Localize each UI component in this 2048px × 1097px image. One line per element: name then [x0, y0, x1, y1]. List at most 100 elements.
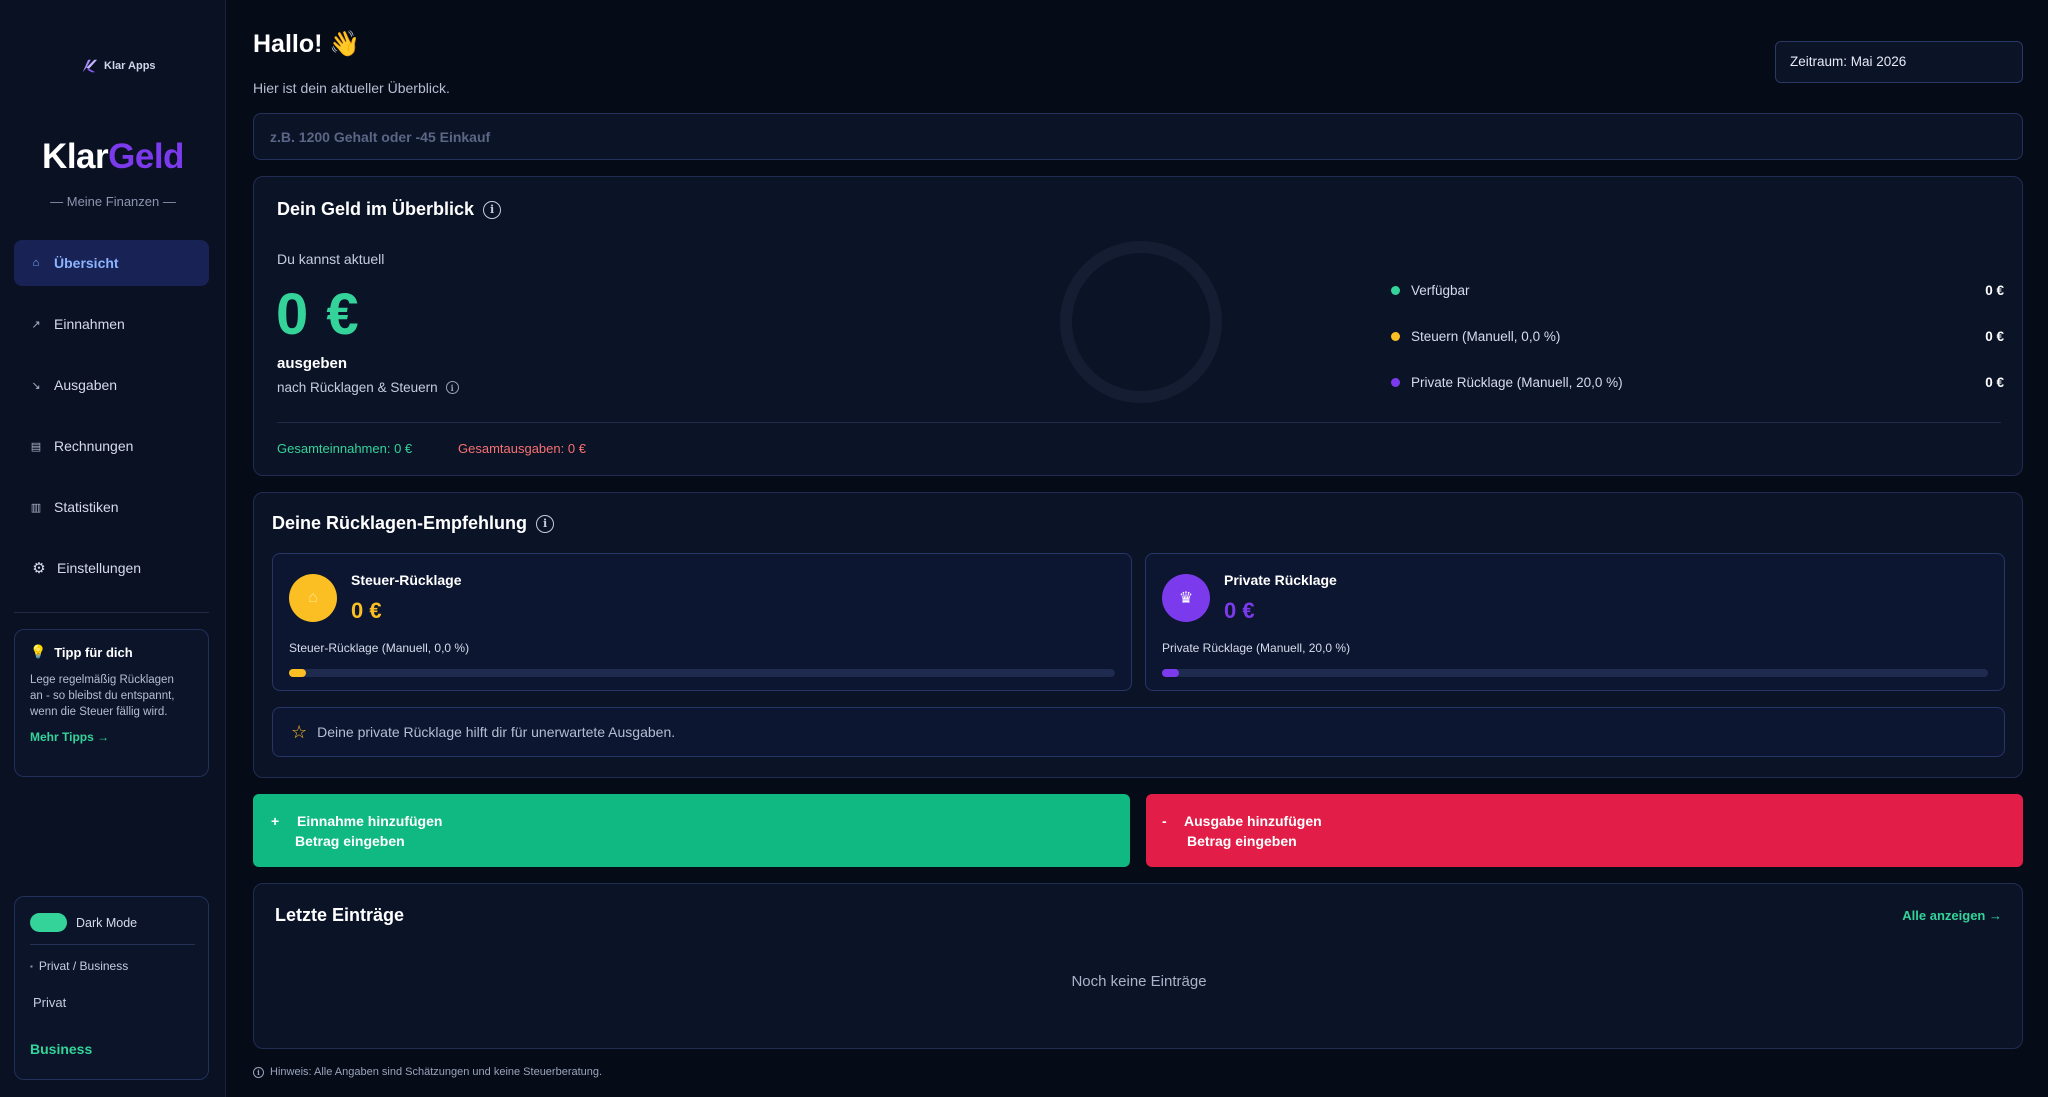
legend-value: 0 € [1985, 328, 2004, 344]
tax-reserve-name: Steuer-Rücklage [351, 572, 462, 588]
legend-value: 0 € [1985, 282, 2004, 298]
invoice-icon: ▤ [30, 440, 42, 453]
piggy-bank-icon: ♛ [1162, 574, 1210, 622]
lightbulb-icon: 💡 [30, 644, 47, 659]
sidebar-item-label: Statistiken [54, 499, 119, 515]
show-all-link[interactable]: Alle anzeigen → [1902, 908, 2002, 923]
brand-small-text: Klar Apps [104, 60, 156, 72]
tax-reserve-progress [289, 669, 1115, 677]
add-income-button[interactable]: + Einnahme hinzufügen Betrag eingeben [253, 794, 1130, 867]
chart-icon: ▥ [30, 501, 42, 514]
more-tips-link[interactable]: Mehr Tipps → [30, 730, 193, 744]
sidebar-item-einstellungen[interactable]: ⚙ Einstellungen [14, 545, 209, 591]
info-icon[interactable]: i [483, 200, 502, 219]
reserve-recommendation-card: Deine Rücklagen-Empfehlung i ⌂ Steuer-Rü… [253, 492, 2023, 778]
home-icon: ⌂ [32, 257, 40, 269]
add-expense-button[interactable]: - Ausgabe hinzufügen Betrag eingeben [1146, 794, 2023, 867]
available-amount: 0 € [276, 282, 360, 347]
app-subtitle: — Meine Finanzen — [50, 194, 176, 209]
legend-label: Private Rücklage (Manuell, 20,0 %) [1411, 374, 1623, 390]
info-icon: i [253, 1066, 264, 1078]
dark-mode-toggle[interactable] [30, 913, 67, 932]
empty-state: Noch keine Einträge [1071, 973, 1207, 990]
private-reserve-progress [1162, 669, 1988, 677]
klar-apps-logo[interactable]: Klar Apps [80, 57, 156, 75]
mode-label: Privat / Business [38, 959, 129, 973]
legend-dot [1391, 285, 1400, 295]
disclaimer: i Hinweis: Alle Angaben sind Schätzungen… [253, 1066, 602, 1078]
distribution-legend: Verfügbar 0 € Steuern (Manuell, 0,0 %) 0… [1391, 267, 2004, 405]
add-income-line: + Einnahme hinzufügen [271, 813, 442, 829]
reserve-title-text: Deine Rücklagen-Empfehlung [272, 513, 528, 533]
period-selector[interactable]: Zeitraum: Mai 2026 [1775, 41, 2023, 83]
legend-label: Steuern (Manuell, 0,0 %) [1411, 328, 1561, 344]
legend-dot [1391, 331, 1400, 341]
after-reserves-label: nach Rücklagen & Steuern i [277, 380, 459, 395]
legend-item-verfuegbar: Verfügbar 0 € [1391, 267, 2004, 313]
add-expense-label: Ausgabe hinzufügen [1184, 813, 1322, 829]
reserve-hint-text: Deine private Rücklage hilft dir für une… [317, 724, 676, 740]
dark-mode-label: Dark Mode [76, 915, 138, 930]
total-income: Gesamteinnahmen: 0 € [277, 441, 413, 456]
sidebar-item-label: Übersicht [54, 255, 119, 271]
info-icon[interactable]: i [445, 381, 459, 394]
settings-divider [30, 944, 195, 945]
sidebar-item-einnahmen[interactable]: ↗ Einnahmen [14, 301, 209, 347]
tax-reserve-card: ⌂ Steuer-Rücklage 0 € Steuer-Rücklage (M… [272, 553, 1132, 691]
private-reserve-card: ♛ Private Rücklage 0 € Private Rücklage … [1145, 553, 2005, 691]
legend-dot [1391, 377, 1400, 387]
add-expense-line: - Ausgabe hinzufügen [1162, 813, 1322, 829]
sidebar-divider [14, 612, 209, 613]
legend-value: 0 € [1985, 374, 2004, 390]
page-title: Hallo! 👋 [253, 30, 361, 58]
tip-title: 💡 Tipp für dich [30, 644, 193, 660]
after-reserves-text: nach Rücklagen & Steuern [277, 380, 438, 395]
sidebar-item-label: Ausgaben [54, 377, 118, 393]
app-title-geld: Geld [108, 137, 184, 176]
trend-up-icon: ↗ [31, 318, 41, 331]
private-reserve-desc: Private Rücklage (Manuell, 20,0 %) [1162, 641, 1351, 655]
tip-text: Lege regelmäßig Rücklagen an - so bleibs… [30, 674, 175, 718]
star-icon: ☆ [291, 721, 308, 742]
tip-title-text: Tipp für dich [54, 644, 133, 660]
quick-entry-input[interactable] [253, 113, 2023, 160]
total-expense: Gesamtausgaben: 0 € [458, 441, 586, 456]
sidebar-item-label: Rechnungen [54, 438, 134, 454]
recent-entries-title: Letzte Einträge [275, 905, 405, 925]
mode-option-privat[interactable]: Privat [33, 995, 66, 1010]
tip-card: 💡 Tipp für dich Lege regelmäßig Rücklage… [14, 629, 209, 777]
tax-reserve-progress-fill [289, 669, 306, 677]
legend-item-steuern: Steuern (Manuell, 0,0 %) 0 € [1391, 313, 2004, 359]
legend-label: Verfügbar [1411, 282, 1470, 298]
add-income-sub: Betrag eingeben [295, 833, 405, 849]
sidebar: Klar Apps KlarGeld — Meine Finanzen — ⌂ … [0, 0, 226, 1097]
tax-reserve-desc: Steuer-Rücklage (Manuell, 0,0 %) [289, 641, 470, 655]
dark-mode-row: Dark Mode [30, 913, 137, 932]
overview-divider [277, 422, 2001, 423]
disclaimer-text: Hinweis: Alle Angaben sind Schätzungen u… [270, 1066, 603, 1078]
add-expense-sub: Betrag eingeben [1187, 833, 1297, 849]
donut-track [1060, 241, 1222, 403]
plus-icon: + [271, 813, 280, 829]
sidebar-item-label: Einnahmen [54, 316, 125, 332]
add-income-label: Einnahme hinzufügen [297, 813, 443, 829]
sidebar-item-statistiken[interactable]: ▥ Statistiken [14, 484, 209, 530]
sidebar-item-ausgaben[interactable]: ↘ Ausgaben [14, 362, 209, 408]
sidebar-item-label: Einstellungen [57, 560, 142, 576]
private-reserve-progress-fill [1162, 669, 1179, 677]
sidebar-nav: ⌂ Übersicht ↗ Einnahmen ↘ Ausgaben ▤ Rec… [14, 240, 209, 606]
mode-settings-card: Dark Mode ▪ Privat / Business Privat Bus… [14, 896, 209, 1080]
sidebar-item-uebersicht[interactable]: ⌂ Übersicht [14, 240, 209, 286]
overview-card: Dein Geld im Überblick i Du kannst aktue… [253, 176, 2023, 476]
info-icon[interactable]: i [536, 514, 555, 533]
page-subtitle: Hier ist dein aktueller Überblick. [253, 80, 450, 96]
overview-title: Dein Geld im Überblick i [277, 199, 502, 220]
reserve-title: Deine Rücklagen-Empfehlung i [272, 513, 555, 534]
recent-entries-card: Letzte Einträge Alle anzeigen → Noch kei… [253, 883, 2023, 1049]
reserve-hint: ☆ Deine private Rücklage hilft dir für u… [272, 707, 2005, 757]
sidebar-item-rechnungen[interactable]: ▤ Rechnungen [14, 423, 209, 469]
mode-option-business[interactable]: Business [30, 1041, 92, 1057]
mode-icon: ▪ [30, 961, 33, 971]
tax-reserve-amount: 0 € [351, 598, 382, 623]
overview-title-text: Dein Geld im Überblick [277, 199, 475, 219]
